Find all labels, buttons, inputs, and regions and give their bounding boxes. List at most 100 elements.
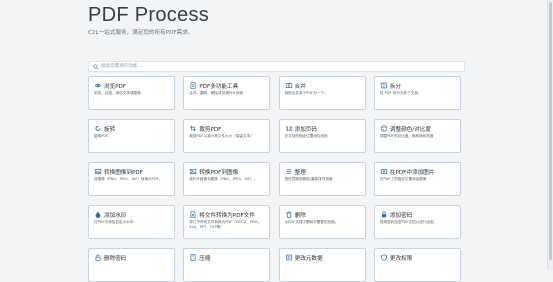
page-subtitle: C2L一站式服务，满足您的所有PDF需求。 <box>88 30 194 36</box>
tool-card-description: 在PDF上的指定位置添加图像 <box>379 177 427 181</box>
merge-icon <box>285 83 292 88</box>
tool-card-header: 删除密码 <box>94 253 170 262</box>
pdf-to-image-icon <box>190 169 197 174</box>
tool-card-description: 在文档的指定位置添加页码 <box>284 134 328 138</box>
svg-text:123: 123 <box>285 127 293 132</box>
tool-card-title: 裁剪PDF <box>199 126 222 133</box>
tool-card[interactable]: 整理 按任意顺序删除/重新排列页面 <box>278 162 366 196</box>
tool-card-description: 将 PDF 拆分为多个文档。 <box>379 91 422 95</box>
file-convert-icon <box>190 211 196 218</box>
tool-card-header: 转换PDF到图像 <box>189 167 265 176</box>
add-image-icon <box>380 169 388 174</box>
tool-card-title: 删除密码 <box>104 255 127 262</box>
tool-card[interactable]: 旋转 旋转PDF。 <box>88 119 175 153</box>
tool-card-title: 旋转 <box>104 126 116 133</box>
tool-card-description: 旋转PDF。 <box>94 134 112 138</box>
tool-card-header: 裁剪PDF <box>189 124 265 133</box>
tool-card-description: 从PDF文档中删除不需要的页面。 <box>284 220 339 224</box>
tool-card-title: 在PDF中添加图片 <box>389 169 435 176</box>
tool-card[interactable]: 123添加页码在文档的指定位置添加页码 <box>278 119 366 153</box>
tool-card[interactable]: 调整颜色/对比度 调整PDF的对比度、饱和度和亮度 <box>373 119 461 153</box>
tool-card-description: 将图像（PNG、JPEG、GIF）转换为PDF。 <box>94 177 163 181</box>
tool-card[interactable]: 转换PDF到图像 将PDF转换为图像（PNG、JPEG、GIF）。 <box>183 162 271 196</box>
tool-card[interactable]: 更改元数据 <box>278 248 366 282</box>
watermark-icon <box>95 211 101 218</box>
page-title: PDF Process <box>88 4 210 26</box>
tool-card-title: 添加水印 <box>104 212 127 219</box>
page-header: PDF Process C2L一站式服务，满足您的所有PDF需求。 <box>88 4 209 36</box>
scrollbar-thumb[interactable] <box>549 2 552 260</box>
tool-card[interactable]: 转换图像到PDF 将图像（PNG、JPEG、GIF）转换为PDF。 <box>88 162 175 196</box>
tool-card-header: 旋转 <box>94 124 170 133</box>
tool-card[interactable]: 浏览PDF 浏览、目插、添加文本或图像 <box>88 76 175 110</box>
compress-icon <box>190 254 196 261</box>
tool-card[interactable]: 删除密码 <box>88 248 175 282</box>
tool-card-title: 合并 <box>294 83 306 90</box>
tool-card-description: 轻松合并多个PDF为一个。 <box>284 91 328 95</box>
tool-card-header: 转换图像到PDF <box>94 167 170 176</box>
tool-card-description: 按任意顺序删除/重新排列页面 <box>284 177 333 181</box>
tool-card-description: 浏览、目插、添加文本或图像 <box>94 91 141 95</box>
tool-card-description: 在PDF中添加自定义水印。 <box>94 220 137 224</box>
tool-card[interactable]: 删除 从PDF文档中删除不需要的页面。 <box>278 205 366 239</box>
tool-card[interactable]: 添加密码 使用密码加密PDF文档以进行加密。 <box>373 205 461 239</box>
tool-card-title: 添加页码 <box>294 126 317 133</box>
palette-icon <box>380 125 388 132</box>
delete-icon <box>286 211 292 218</box>
tool-card-header: PDF多功能工具 <box>189 81 265 90</box>
tool-card-header: 将文件转换为PDF文件 <box>189 210 265 219</box>
tool-card-title: 删除 <box>294 212 306 219</box>
shield-icon <box>381 254 387 261</box>
crop-icon <box>190 125 197 132</box>
tool-card-header: 压缩 <box>189 253 265 262</box>
page-number-icon: 123 <box>285 127 293 132</box>
tools-grid: 浏览PDF 浏览、目插、添加文本或图像 PDF多功能工具 合并、翻转、删除或对调PDF… <box>88 76 463 282</box>
rotate-icon <box>95 125 101 132</box>
tool-card-title: 更改权限 <box>389 255 413 262</box>
tool-card-description: 合并、翻转、删除或对调PDF页面 <box>189 91 244 95</box>
tool-card-title: 转换图像到PDF <box>104 169 143 176</box>
tool-card-description: 将几乎所有文件转换为PDF（DOCX、PNG、XLS、PPT、TXT等） <box>189 220 262 229</box>
tool-card-description: 裁剪PDF以减小其文件大小（保留文本） <box>189 134 254 138</box>
tool-card[interactable]: 拆分将 PDF 拆分为多个文档。 <box>373 76 461 110</box>
tool-card-description: 调整PDF的对比度、饱和度和亮度 <box>379 134 434 138</box>
eye-icon <box>94 83 102 88</box>
tool-card-header: 合并 <box>285 81 361 90</box>
tool-card-title: 添加密码 <box>389 212 413 219</box>
unlock-icon <box>95 254 101 261</box>
tool-card[interactable]: 添加水印 在PDF中添加自定义水印。 <box>88 205 175 239</box>
tool-card-header: 整理 <box>285 167 361 176</box>
lock-icon <box>381 211 386 218</box>
tool-card-description: 将PDF转换为图像（PNG、JPEG、GIF）。 <box>189 177 258 181</box>
tool-card-header: 浏览PDF <box>94 81 170 90</box>
document-tools-icon <box>190 82 196 89</box>
tool-card-header: 拆分 <box>380 81 456 90</box>
tool-card[interactable]: 将文件转换为PDF文件 将几乎所有文件转换为PDF（DOCX、PNG、XLS、PP… <box>183 205 271 239</box>
split-icon <box>381 82 387 89</box>
search-input[interactable] <box>99 62 441 71</box>
tool-card-header: 更改元数据 <box>285 253 361 262</box>
tool-card-title: 整理 <box>294 169 306 176</box>
metadata-icon <box>285 254 292 261</box>
tool-card-title: 更改元数据 <box>294 255 323 262</box>
tool-card-title: 调整颜色/对比度 <box>389 126 431 133</box>
tool-card-header: 添加密码 <box>380 210 456 219</box>
image-to-pdf-icon <box>94 169 102 174</box>
tool-card[interactable]: 压缩 <box>183 248 271 282</box>
tool-card-description: 使用密码加密PDF文档以进行加密。 <box>379 220 438 224</box>
tool-card-header: 删除 <box>285 210 361 219</box>
tool-card-title: 压缩 <box>199 255 211 262</box>
tool-card[interactable]: 裁剪PDF 裁剪PDF以减小其文件大小（保留文本） <box>183 119 271 153</box>
tool-card-title: 拆分 <box>389 83 402 90</box>
search-bar[interactable] <box>88 61 465 72</box>
tool-card[interactable]: 更改权限 <box>373 248 461 282</box>
tool-card-header: 添加水印 <box>94 210 170 219</box>
tool-card-header: 123添加页码 <box>285 124 361 133</box>
tool-card[interactable]: PDF多功能工具 合并、翻转、删除或对调PDF页面 <box>183 76 271 110</box>
scrollbar[interactable] <box>547 0 553 270</box>
tool-card[interactable]: 在PDF中添加图片 在PDF上的指定位置添加图像 <box>373 162 461 196</box>
tool-card-header: 更改权限 <box>380 253 456 262</box>
tool-card-title: 浏览PDF <box>104 83 127 90</box>
tool-card[interactable]: 合并 轻松合并多个PDF为一个。 <box>278 76 366 110</box>
tool-card-header: 在PDF中添加图片 <box>380 167 456 176</box>
